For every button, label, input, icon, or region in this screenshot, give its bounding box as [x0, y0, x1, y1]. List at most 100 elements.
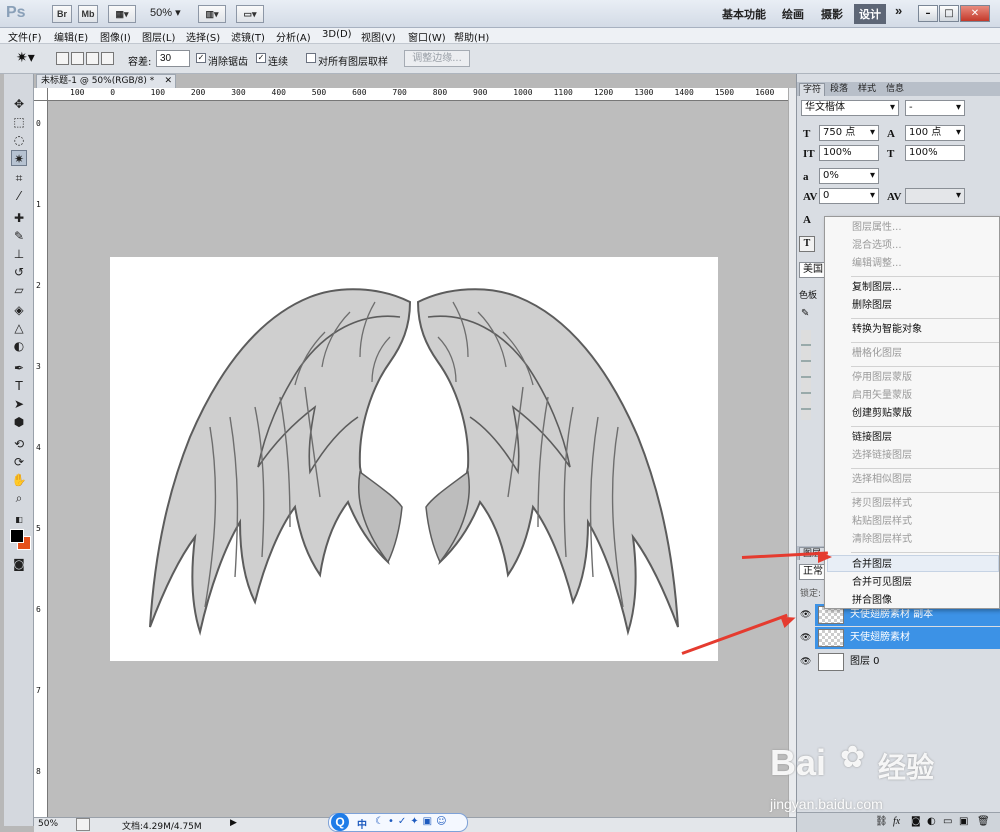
crop-tool-icon[interactable]: ⌗: [11, 170, 27, 186]
eye-icon[interactable]: 👁: [800, 657, 812, 669]
context-menu-item[interactable]: 链接图层: [852, 430, 892, 446]
foreground-color-swatch[interactable]: [10, 529, 24, 543]
clone-stamp-tool-icon[interactable]: ⊥: [11, 246, 27, 262]
workspace-design[interactable]: 设计: [854, 4, 886, 24]
contiguous-checkbox[interactable]: ✓: [256, 53, 266, 63]
leading-select[interactable]: 100 点 ▾: [905, 125, 965, 141]
screen-mode-button[interactable]: ▭▾: [236, 5, 264, 23]
menu-select[interactable]: 选择(S): [186, 29, 220, 44]
menu-filter[interactable]: 滤镜(T): [231, 29, 265, 44]
context-menu-item[interactable]: 创建剪贴蒙版: [852, 406, 912, 422]
context-menu-item[interactable]: 复制图层...: [852, 280, 902, 296]
close-button[interactable]: ✕: [960, 5, 990, 22]
mini-bridge-button[interactable]: Mb: [78, 5, 98, 23]
healing-brush-tool-icon[interactable]: ✚: [11, 210, 27, 226]
ime-logo-icon[interactable]: Q: [331, 813, 349, 831]
vertical-scale-input[interactable]: 100%: [819, 145, 879, 161]
maximize-button[interactable]: □: [939, 5, 959, 22]
zoom-tool-icon[interactable]: ⌕: [11, 490, 27, 506]
eye-icon[interactable]: 👁: [800, 633, 812, 645]
menu-view[interactable]: 视图(V): [361, 29, 396, 44]
menu-analysis[interactable]: 分析(A): [276, 29, 311, 44]
workspace-painting[interactable]: 绘画: [782, 6, 804, 22]
menu-window[interactable]: 窗口(W): [408, 29, 446, 44]
tab-info[interactable]: 信息: [883, 83, 907, 96]
history-brush-tool-icon[interactable]: ↺: [11, 264, 27, 280]
brush-tool-icon[interactable]: ✎: [11, 228, 27, 244]
context-menu-item[interactable]: 转换为智能对象: [852, 322, 922, 338]
magic-wand-tool-icon[interactable]: ✷: [11, 150, 27, 166]
swatches-tab[interactable]: 色板: [799, 288, 817, 301]
layer-row[interactable]: 天使翅膀素材: [815, 627, 1000, 649]
eraser-tool-icon[interactable]: ▱: [11, 282, 27, 298]
refine-edge-button[interactable]: 调整边缘...: [404, 50, 470, 67]
dodge-tool-icon[interactable]: ◐: [11, 338, 27, 354]
menu-help[interactable]: 帮助(H): [454, 29, 489, 44]
menu-file[interactable]: 文件(F): [8, 29, 42, 44]
menu-edit[interactable]: 编辑(E): [54, 29, 88, 44]
menu-layer[interactable]: 图层(L): [142, 29, 175, 44]
document-tab[interactable]: 未标题-1 @ 50%(RGB/8) * ✕: [36, 74, 176, 88]
ime-language[interactable]: 中: [357, 816, 367, 831]
marquee-tool-icon[interactable]: ⬚: [11, 114, 27, 130]
minimize-button[interactable]: –: [918, 5, 938, 22]
3d-orbit-tool-icon[interactable]: ⟳: [11, 454, 27, 470]
hand-tool-icon[interactable]: ✋: [11, 472, 27, 488]
canvas-area[interactable]: [48, 101, 788, 817]
subtract-selection-button[interactable]: [86, 52, 99, 65]
workspace-essentials[interactable]: 基本功能: [722, 6, 766, 22]
document-canvas[interactable]: [110, 257, 718, 661]
tab-styles[interactable]: 样式: [855, 83, 879, 96]
add-selection-button[interactable]: [71, 52, 84, 65]
font-style-select[interactable]: - ▾: [905, 100, 965, 116]
status-options-icon[interactable]: [76, 818, 90, 831]
tolerance-input[interactable]: 30: [156, 50, 190, 67]
canvas-vertical-scrollbar[interactable]: [788, 88, 796, 817]
default-colors-icon[interactable]: ◧: [11, 512, 27, 528]
layer-row[interactable]: 图层 0: [815, 651, 1000, 673]
blur-tool-icon[interactable]: △: [11, 320, 27, 336]
swatches-grid[interactable]: [801, 330, 811, 420]
intersect-selection-button[interactable]: [101, 52, 114, 65]
tracking-value-select[interactable]: ▾: [905, 188, 965, 204]
ime-tool-icons[interactable]: ☾•✓✦▣☺: [375, 816, 451, 827]
type-tool-icon[interactable]: T: [11, 378, 27, 394]
font-size-select[interactable]: 750 点 ▾: [819, 125, 879, 141]
tab-character[interactable]: 字符: [799, 83, 826, 96]
more-workspaces-button[interactable]: »: [895, 3, 902, 18]
magic-wand-icon[interactable]: ✷▾: [16, 50, 35, 66]
faux-bold-icon[interactable]: T: [799, 236, 815, 252]
arrange-documents-button[interactable]: ▥▾: [198, 5, 226, 23]
view-extras-button[interactable]: ▦▾: [108, 5, 136, 23]
blend-mode-select[interactable]: 正常: [799, 564, 825, 580]
3d-rotate-tool-icon[interactable]: ⟲: [11, 436, 27, 452]
sample-all-layers-checkbox[interactable]: [306, 53, 316, 63]
quick-mask-icon[interactable]: ◙: [11, 556, 27, 572]
move-tool-icon[interactable]: ✥: [11, 96, 27, 112]
context-menu-item[interactable]: 删除图层: [852, 298, 892, 314]
close-document-icon[interactable]: ✕: [164, 75, 172, 87]
antialias-checkbox[interactable]: ✓: [196, 53, 206, 63]
zoom-level-select[interactable]: 50% ▾: [150, 6, 181, 19]
tab-paragraph[interactable]: 段落: [827, 83, 851, 96]
workspace-photography[interactable]: 摄影: [821, 6, 843, 22]
tracking-select[interactable]: 0% ▾: [819, 168, 879, 184]
bridge-button[interactable]: Br: [52, 5, 72, 23]
menu-3d[interactable]: 3D(D): [322, 29, 352, 40]
context-menu-item[interactable]: 合并可见图层: [852, 575, 912, 591]
eye-icon[interactable]: 👁: [800, 610, 812, 622]
status-zoom[interactable]: 50%: [38, 819, 58, 829]
path-selection-tool-icon[interactable]: ➤: [11, 396, 27, 412]
context-menu-item[interactable]: 合并图层: [852, 557, 892, 573]
delete-layer-icon[interactable]: 🗑: [977, 816, 990, 827]
new-selection-button[interactable]: [56, 52, 69, 65]
shape-tool-icon[interactable]: ⬢: [11, 414, 27, 430]
horizontal-scale-input[interactable]: 100%: [905, 145, 965, 161]
kerning-select[interactable]: 0 ▾: [819, 188, 879, 204]
eyedropper-tool-icon[interactable]: ⁄: [11, 188, 27, 204]
status-menu-arrow-icon[interactable]: ▶: [230, 818, 237, 828]
menu-image[interactable]: 图像(I): [100, 29, 131, 44]
lasso-tool-icon[interactable]: ◌: [11, 132, 27, 148]
paint-bucket-tool-icon[interactable]: ◈: [11, 302, 27, 318]
context-menu-item[interactable]: 拼合图像: [852, 593, 892, 609]
